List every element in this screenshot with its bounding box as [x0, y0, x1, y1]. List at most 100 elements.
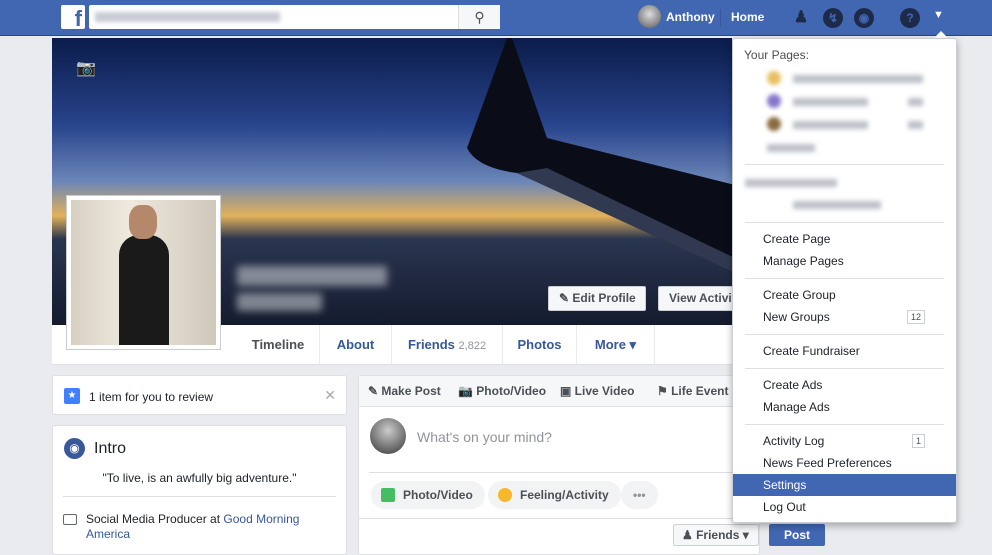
- globe-icon: ◉: [64, 438, 85, 459]
- camera-icon[interactable]: 📷: [76, 58, 96, 78]
- divider: [745, 334, 944, 335]
- divider: [359, 518, 759, 519]
- page-name-blurred: [793, 121, 868, 129]
- menu-item-manage-ads[interactable]: Manage Ads: [733, 396, 956, 418]
- menu-item-create-fundraiser[interactable]: Create Fundraiser: [733, 340, 956, 362]
- friends-count: 2,822: [458, 340, 487, 352]
- divider: [745, 368, 944, 369]
- divider: [745, 424, 944, 425]
- menu-item-create-ads[interactable]: Create Ads: [733, 374, 956, 396]
- life-event-tab[interactable]: ⚑ Life Event: [657, 384, 728, 398]
- avatar[interactable]: [638, 5, 661, 28]
- see-more-blurred: [767, 144, 815, 152]
- your-pages-header: Your Pages:: [744, 48, 809, 62]
- caret-down-icon[interactable]: ▼: [933, 9, 944, 21]
- briefcase-icon: [63, 514, 77, 525]
- live-video-tab[interactable]: ▣ Live Video: [560, 384, 634, 398]
- count-badge: 12: [906, 310, 925, 324]
- business-name-blurred: [793, 201, 881, 209]
- review-text: 1 item for you to review: [89, 390, 214, 404]
- star-icon: ★: [64, 388, 80, 404]
- help-icon[interactable]: ?: [900, 8, 920, 28]
- divider: [745, 278, 944, 279]
- work-info: Social Media Producer at Good Morning Am…: [86, 512, 326, 542]
- life-event-label: Life Event: [671, 384, 729, 398]
- divider: [63, 496, 336, 497]
- divider: [720, 9, 721, 27]
- audience-label: Friends ▾: [696, 528, 749, 542]
- search-input[interactable]: ⚲: [89, 5, 500, 29]
- review-notice[interactable]: ★ 1 item for you to review ✕: [52, 375, 347, 415]
- menu-item-label: New Groups: [763, 310, 830, 324]
- search-icon[interactable]: ⚲: [458, 5, 500, 29]
- page-icon-blurred: [767, 94, 781, 108]
- job-title: Social Media Producer at: [86, 512, 224, 526]
- friends-icon: ♟: [682, 528, 697, 542]
- page-icon-blurred: [767, 71, 781, 85]
- menu-item-create-page[interactable]: Create Page: [733, 228, 956, 250]
- business-manager-blurred: [745, 179, 837, 187]
- page-badge-blurred: [908, 98, 923, 106]
- profile-picture[interactable]: [66, 195, 221, 350]
- tab-friends[interactable]: Friends 2,822: [392, 325, 503, 365]
- menu-caret: [934, 31, 948, 38]
- menu-item-create-group[interactable]: Create Group: [733, 284, 956, 306]
- divider: [745, 222, 944, 223]
- menu-item-settings[interactable]: Settings: [733, 474, 956, 496]
- page-name-blurred: [793, 98, 868, 106]
- post-button[interactable]: Post: [769, 524, 825, 546]
- pencil-icon: ✎: [559, 291, 573, 305]
- divider: [369, 472, 749, 473]
- more-options-button[interactable]: •••: [621, 481, 658, 509]
- avatar: [370, 418, 406, 454]
- tab-photos[interactable]: Photos: [503, 325, 577, 365]
- globe-icon[interactable]: ◉: [854, 8, 874, 28]
- photo-video-button[interactable]: Photo/Video: [371, 481, 485, 509]
- feeling-activity-label: Feeling/Activity: [520, 488, 609, 502]
- account-dropdown-menu: Your Pages: Create Page Manage Pages Cre…: [732, 38, 957, 523]
- smiley-icon: [498, 488, 512, 502]
- tab-timeline[interactable]: Timeline: [237, 325, 320, 365]
- page-icon-blurred: [767, 117, 781, 131]
- divider: [745, 164, 944, 165]
- menu-item-activity-log[interactable]: Activity Log 1: [733, 430, 956, 452]
- close-icon[interactable]: ✕: [324, 387, 336, 404]
- menu-item-log-out[interactable]: Log Out: [733, 496, 956, 518]
- menu-item-news-feed-preferences[interactable]: News Feed Preferences: [733, 452, 956, 474]
- friends-icon[interactable]: ♟: [791, 8, 811, 28]
- profile-link[interactable]: Anthony: [666, 10, 715, 24]
- page-badge-blurred: [908, 121, 923, 129]
- photo-video-label: Photo/Video: [403, 488, 473, 502]
- tab-about[interactable]: About: [320, 325, 392, 365]
- top-navigation-bar: f ⚲ Anthony Home ♟ ↯ ◉ ? ▼: [0, 0, 992, 36]
- feeling-activity-button[interactable]: Feeling/Activity: [488, 481, 621, 509]
- home-link[interactable]: Home: [731, 10, 764, 24]
- view-activity-log-button[interactable]: View Activity Log: [658, 286, 732, 311]
- photo-video-label: Photo/Video: [476, 384, 547, 398]
- make-post-label: Make Post: [381, 384, 441, 398]
- audience-selector[interactable]: ♟ Friends ▾: [673, 524, 759, 546]
- photo-icon: [381, 488, 395, 502]
- count-badge: 1: [911, 434, 925, 448]
- menu-item-manage-pages[interactable]: Manage Pages: [733, 250, 956, 272]
- intro-bio: "To live, is an awfully big adventure.": [102, 471, 297, 485]
- tab-friends-label: Friends: [407, 337, 455, 352]
- edit-profile-button[interactable]: ✎ Edit Profile: [548, 286, 646, 311]
- profile-name-blurred: [237, 293, 322, 311]
- airplane-wing-image: [467, 38, 732, 272]
- facebook-logo[interactable]: f: [61, 5, 85, 29]
- messenger-icon[interactable]: ↯: [823, 8, 843, 28]
- photo-video-tab[interactable]: 📷 Photo/Video: [458, 384, 546, 398]
- intro-title: Intro: [94, 440, 127, 457]
- search-value-blurred: [95, 12, 280, 22]
- make-post-tab[interactable]: ✎ Make Post: [368, 384, 441, 398]
- live-video-label: Live Video: [574, 384, 635, 398]
- page-name-blurred: [793, 75, 923, 83]
- edit-profile-label: Edit Profile: [572, 291, 636, 305]
- profile-name-blurred: [237, 266, 387, 286]
- intro-card: ◉ Intro "To live, is an awfully big adve…: [52, 425, 347, 555]
- tab-more[interactable]: More ▾: [577, 325, 655, 365]
- menu-item-label: Activity Log: [763, 434, 825, 448]
- menu-item-new-groups[interactable]: New Groups 12: [733, 306, 956, 328]
- status-input[interactable]: What's on your mind?: [417, 429, 552, 445]
